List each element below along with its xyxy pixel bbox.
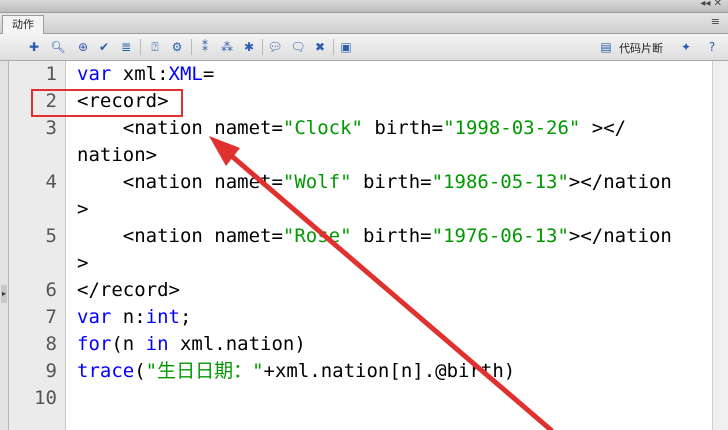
code-token: n: — [111, 306, 146, 328]
code-token: xml: — [111, 63, 169, 85]
debug-icon[interactable]: ⚙ — [169, 39, 185, 55]
panel-menu-icon[interactable]: ≡ — [711, 15, 720, 28]
code-line[interactable]: for(n in xml.nation) — [77, 331, 306, 358]
code-line[interactable]: > — [77, 250, 88, 277]
code-token: ></ — [580, 117, 627, 139]
code-token: > — [77, 198, 89, 220]
code-line[interactable]: <nation namet="Clock" birth="1998-03-26"… — [77, 115, 626, 142]
find-icon[interactable]: 🔍︎ — [50, 39, 66, 55]
code-token: </record> — [77, 279, 180, 301]
toolbar-separator — [191, 39, 192, 55]
code-token: ( — [134, 360, 146, 382]
collapse-braces-icon[interactable]: ⁑ — [197, 39, 213, 55]
panel-collapse-close-controls[interactable]: ◂◂ ✕ — [700, 0, 722, 9]
code-token: ; — [179, 306, 192, 328]
vertical-scrollbar[interactable] — [712, 61, 728, 430]
code-token: var — [77, 306, 112, 328]
actions-toolbar: ✚ 🔍︎ ⊕ ✔ ≣ ⍰ ⚙ ⁑ ⁂ ✱ 💬︎ 🗨︎ ✖ ▣ ▤ 代码片断 ✦ … — [0, 34, 728, 61]
check-syntax-icon[interactable]: ✔ — [96, 39, 112, 55]
code-line[interactable]: nation> — [77, 142, 157, 169]
code-token: <nation namet= — [77, 225, 283, 247]
toolbar-separator — [262, 39, 263, 55]
line-number: 7 — [45, 306, 57, 328]
line-number: 6 — [45, 279, 57, 301]
panel-title-bar: ◂◂ ✕ — [0, 0, 728, 13]
code-hint-icon[interactable]: ⍰ — [147, 39, 163, 55]
code-snippets-label[interactable]: 代码片断 — [619, 40, 663, 56]
magic-wand-icon[interactable]: ✦ — [678, 39, 694, 55]
code-line[interactable]: trace("生日日期："+xml.nation[n].@birth) — [77, 358, 515, 385]
code-line[interactable]: </record> — [77, 277, 180, 304]
code-line[interactable]: var n:int; — [77, 304, 191, 331]
code-token: ></nation — [568, 171, 672, 193]
expand-arrow-icon[interactable]: ▸ — [1, 285, 7, 303]
code-token: "1998-03-26" — [443, 117, 581, 139]
help-icon[interactable]: ? — [704, 39, 720, 55]
code-token: var — [77, 63, 112, 85]
line-number: 9 — [45, 360, 57, 382]
code-token: trace — [77, 360, 135, 382]
line-number: 1 — [45, 63, 57, 85]
panel-tab-row: 动作 ≡ — [0, 13, 728, 34]
remove-comment-icon[interactable]: ✖ — [312, 39, 328, 55]
code-token: XML — [168, 63, 203, 85]
apply-block-comment-icon[interactable]: 💬︎ — [267, 39, 283, 55]
line-number: 5 — [45, 225, 57, 247]
code-token: ></nation — [568, 225, 672, 247]
code-token: birth= — [351, 225, 432, 247]
toolbar-separator — [333, 39, 334, 55]
tab-actions[interactable]: 动作 — [2, 15, 44, 34]
code-token: = — [202, 63, 215, 85]
code-token: for — [77, 333, 112, 355]
record-highlight-box — [31, 89, 183, 117]
code-line[interactable]: var xml:XML= — [77, 61, 214, 88]
code-token: (n — [111, 333, 146, 355]
code-token: +xml.nation[n].@birth) — [263, 360, 516, 382]
code-token: <nation namet= — [77, 171, 283, 193]
code-token: in — [145, 333, 169, 355]
code-token: "Wolf" — [282, 171, 352, 193]
code-token: birth= — [351, 171, 432, 193]
code-token: "生日日期：" — [145, 360, 264, 382]
code-token: int — [145, 306, 180, 328]
code-token: birth= — [362, 117, 444, 139]
code-line[interactable]: <nation namet="Rose" birth="1976-06-13">… — [77, 223, 672, 250]
script-assist-icon[interactable]: ▣ — [338, 39, 354, 55]
code-token: "Rose" — [282, 225, 352, 247]
auto-format-icon[interactable]: ≣ — [118, 39, 134, 55]
code-token: <nation namet= — [77, 117, 283, 139]
expand-all-icon[interactable]: ✱ — [241, 39, 257, 55]
code-line[interactable]: > — [77, 196, 88, 223]
line-number: 10 — [34, 387, 57, 409]
code-line[interactable]: <nation namet="Wolf" birth="1986-05-13">… — [77, 169, 672, 196]
line-number: 4 — [45, 171, 57, 193]
line-number: 3 — [45, 117, 57, 139]
code-token: nation> — [77, 144, 158, 166]
code-token: "Clock" — [282, 117, 363, 139]
code-token: "1976-06-13" — [431, 225, 569, 247]
target-icon[interactable]: ⊕ — [75, 39, 91, 55]
code-token: "1986-05-13" — [431, 171, 569, 193]
line-number: 8 — [45, 333, 57, 355]
apply-line-comment-icon[interactable]: 🗨︎ — [290, 39, 306, 55]
collapse-selection-icon[interactable]: ⁂ — [219, 39, 235, 55]
add-statement-icon[interactable]: ✚ — [26, 39, 42, 55]
code-token: > — [77, 252, 89, 274]
code-snippets-icon[interactable]: ▤ — [598, 39, 614, 55]
panel-left-collapse-strip[interactable]: ▸ — [0, 61, 9, 430]
code-token: xml.nation) — [168, 333, 306, 355]
toolbar-separator — [140, 39, 141, 55]
